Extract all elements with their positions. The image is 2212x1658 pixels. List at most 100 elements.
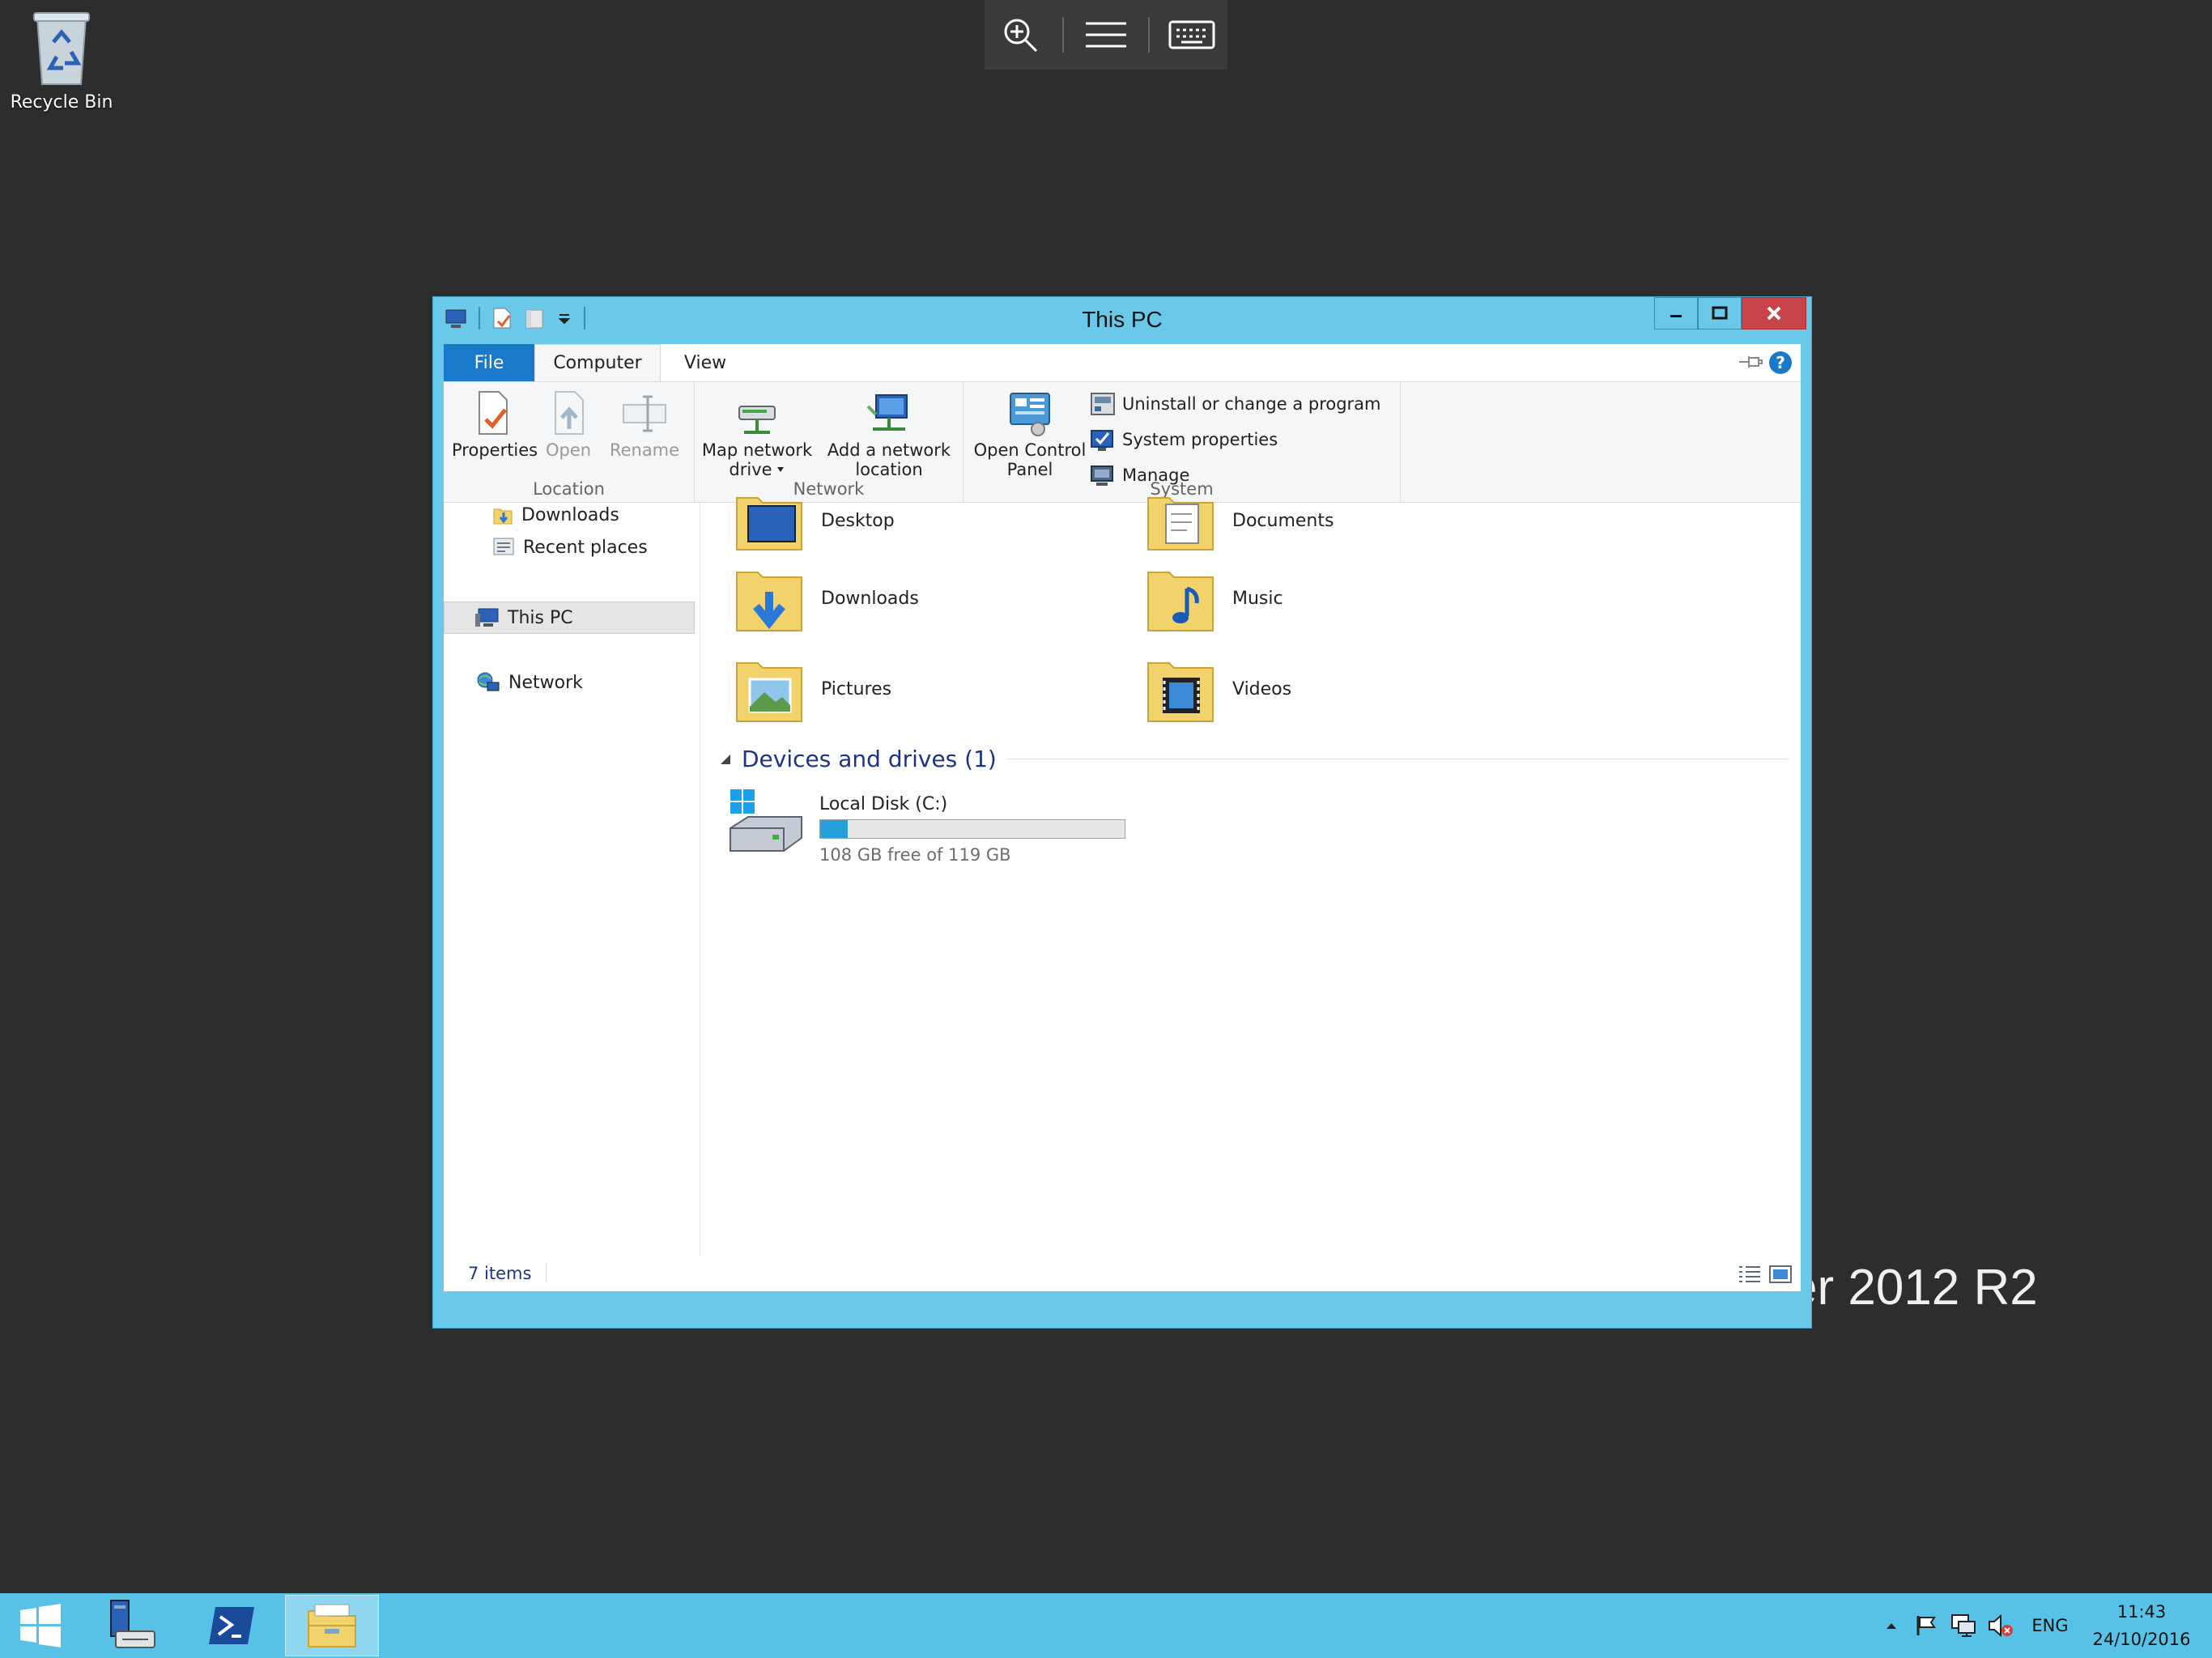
menu-icon: [1085, 22, 1126, 48]
minimize-button[interactable]: [1654, 297, 1698, 329]
large-icons-view-button[interactable]: [1768, 1264, 1793, 1285]
network-status-button[interactable]: [1945, 1593, 1982, 1658]
start-button[interactable]: [0, 1595, 81, 1656]
folder-desktop[interactable]: Desktop: [730, 482, 895, 559]
explorer-window: This PC File Computer View ? Properties …: [432, 296, 1812, 1329]
devices-section-title: Devices and drives (1): [742, 746, 997, 772]
rename-label: Rename: [609, 440, 680, 460]
nav-item-recent-places[interactable]: Recent places: [492, 537, 648, 558]
nav-label-network: Network: [508, 672, 583, 693]
videos-folder-icon: [1147, 662, 1214, 722]
folder-label-videos: Videos: [1232, 678, 1292, 699]
taskbar-server-manager[interactable]: [84, 1595, 178, 1656]
system-properties-label: System properties: [1122, 430, 1278, 449]
taskbar-powershell[interactable]: [185, 1595, 279, 1656]
powershell-icon: [209, 1607, 254, 1644]
keyboard-button[interactable]: [1163, 6, 1220, 63]
status-bar: 7 items: [444, 1256, 1801, 1291]
close-icon: [1767, 306, 1781, 321]
recycle-bin[interactable]: Recycle Bin: [6, 10, 117, 113]
open-control-panel-button[interactable]: Open Control Panel: [970, 389, 1090, 479]
clock-time: 11:43: [2116, 1602, 2167, 1622]
documents-folder-icon: [1147, 497, 1214, 551]
downloads-folder-icon: [736, 572, 802, 631]
folder-videos[interactable]: Videos: [1142, 650, 1291, 728]
rename-icon: [620, 389, 669, 437]
devices-section-header[interactable]: Devices and drives (1): [719, 746, 1789, 772]
properties-button[interactable]: Properties: [452, 389, 538, 460]
pictures-folder-icon: [736, 662, 802, 722]
menu-button[interactable]: [1078, 6, 1134, 63]
title-bar[interactable]: This PC: [433, 297, 1811, 344]
server-manager-icon: [110, 1600, 155, 1648]
add-location-label-line1: Add a network: [827, 440, 951, 460]
zoom-button[interactable]: [992, 6, 1049, 63]
recycle-bin-icon: [31, 10, 92, 87]
drive-local-disk-c[interactable]: Local Disk (C:) 108 GB free of 119 GB: [727, 788, 1125, 865]
folder-label-downloads: Downloads: [821, 588, 919, 609]
nav-item-this-pc[interactable]: This PC: [444, 602, 695, 634]
details-view-icon: [1739, 1266, 1760, 1282]
input-language[interactable]: ENG: [2019, 1616, 2081, 1635]
drive-free-space: 108 GB free of 119 GB: [819, 845, 1011, 865]
nav-label-downloads: Downloads: [521, 504, 619, 525]
item-count: 7 items: [468, 1264, 532, 1283]
clock-date: 24/10/2016: [2092, 1630, 2191, 1649]
volume-muted-icon: [1989, 1613, 2013, 1638]
map-drive-label-line2: drive: [729, 460, 772, 479]
tab-computer[interactable]: Computer: [534, 344, 661, 381]
folder-music[interactable]: Music: [1142, 559, 1283, 637]
group-label-location: Location: [533, 479, 605, 499]
recycle-bin-label: Recycle Bin: [10, 92, 113, 113]
system-properties-icon: [1091, 430, 1113, 451]
dropdown-arrow-icon: [776, 467, 784, 472]
rename-button[interactable]: Rename: [604, 389, 685, 460]
details-view-button[interactable]: [1738, 1264, 1762, 1285]
toolbar-divider: [1148, 17, 1151, 53]
clock[interactable]: 11:43 24/10/2016: [2081, 1598, 2202, 1653]
zoom-icon: [1004, 19, 1037, 53]
nav-label-this-pc: This PC: [508, 607, 573, 628]
window-title: This PC: [1082, 307, 1163, 332]
uninstall-program-button[interactable]: Uninstall or change a program: [1090, 392, 1381, 416]
add-network-location-button[interactable]: Add a network location: [823, 389, 955, 479]
folder-downloads[interactable]: Downloads: [730, 559, 919, 637]
network-icon: [477, 672, 500, 691]
ribbon-group-location: Properties Open Rename Location: [444, 382, 695, 502]
ribbon: Properties Open Rename Location Map netw…: [444, 381, 1801, 503]
drive-name: Local Disk (C:): [819, 794, 948, 814]
map-network-drive-button[interactable]: Map network drive: [695, 389, 819, 479]
nav-item-network[interactable]: Network: [476, 671, 583, 694]
open-icon: [544, 389, 593, 437]
open-button[interactable]: Open: [539, 389, 598, 460]
control-panel-label-line2: Panel: [1006, 460, 1053, 479]
tab-file[interactable]: File: [444, 344, 534, 381]
tab-view[interactable]: View: [661, 344, 750, 381]
open-label: Open: [545, 440, 592, 460]
navigation-pane[interactable]: Downloads Recent places This PC Network: [444, 503, 700, 1256]
content-area: Downloads Recent places This PC Network …: [444, 497, 1801, 1291]
help-button[interactable]: ?: [1768, 351, 1793, 378]
close-button[interactable]: [1742, 297, 1806, 329]
svg-text:?: ?: [1776, 353, 1785, 372]
folder-documents[interactable]: Documents: [1142, 482, 1334, 559]
action-center-button[interactable]: [1908, 1593, 1945, 1658]
nav-item-downloads[interactable]: Downloads: [492, 504, 619, 525]
desktop-folder-icon: [736, 497, 802, 551]
system-properties-button[interactable]: System properties: [1090, 427, 1278, 452]
uninstall-label: Uninstall or change a program: [1122, 394, 1381, 414]
flag-icon: [1916, 1616, 1936, 1635]
folder-pictures[interactable]: Pictures: [730, 650, 891, 728]
music-folder-icon: [1147, 572, 1214, 631]
pin-icon: [1739, 356, 1763, 368]
ribbon-tab-bar: File Computer View ?: [444, 344, 1801, 381]
volume-button[interactable]: [1982, 1593, 2019, 1658]
show-hidden-icons-button[interactable]: [1875, 1593, 1908, 1658]
pin-ribbon-button[interactable]: [1738, 352, 1763, 375]
toolbar-divider: [1061, 17, 1064, 53]
keyboard-icon: [1168, 20, 1215, 49]
collapse-triangle-icon: [721, 754, 730, 764]
local-disk-icon: [730, 789, 802, 852]
maximize-button[interactable]: [1698, 297, 1742, 329]
taskbar-file-explorer[interactable]: [285, 1595, 379, 1656]
